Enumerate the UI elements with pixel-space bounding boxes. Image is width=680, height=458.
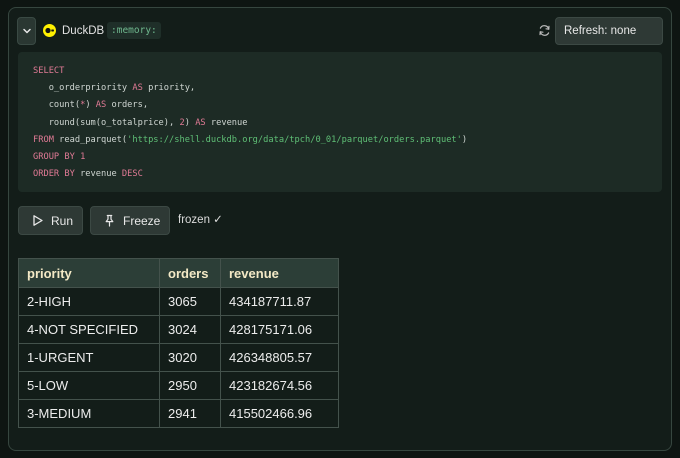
table-cell: 3065 bbox=[159, 287, 221, 316]
keyword: DESC bbox=[121, 169, 143, 180]
code-text: ) bbox=[184, 117, 196, 128]
run-label: Run bbox=[51, 213, 74, 228]
refresh-label: Refresh: none bbox=[564, 25, 637, 37]
table-cell: 1-URGENT bbox=[18, 343, 160, 372]
code-text: orders, bbox=[106, 100, 149, 111]
keyword: AS bbox=[95, 100, 107, 111]
table-cell: 434187711.87 bbox=[220, 287, 339, 316]
table-cell: 423182674.56 bbox=[220, 371, 339, 400]
code-text: priority, bbox=[142, 83, 196, 94]
play-icon bbox=[33, 215, 43, 226]
refresh-icon[interactable] bbox=[538, 24, 551, 37]
table-cell: 426348805.57 bbox=[220, 343, 339, 372]
function-name: round bbox=[48, 117, 75, 128]
table-cell: 2941 bbox=[159, 399, 221, 428]
database-name: DuckDB bbox=[62, 25, 105, 37]
freeze-label: Freeze bbox=[123, 213, 161, 228]
keyword: ORDER BY bbox=[33, 169, 75, 180]
column-header-orders[interactable]: orders bbox=[159, 258, 221, 288]
code-line: GROUP BY 1 bbox=[33, 149, 662, 166]
table-header-row: priority orders revenue bbox=[18, 258, 339, 288]
code-line: count(*) AS orders, bbox=[33, 97, 662, 114]
table-row: 1-URGENT 3020 426348805.57 bbox=[18, 343, 339, 372]
keyword: GROUP BY bbox=[33, 151, 75, 162]
table-cell: 2-HIGH bbox=[18, 287, 160, 316]
keyword: FROM bbox=[33, 134, 54, 145]
table-cell: 2950 bbox=[159, 371, 221, 400]
code-line: FROM read_parquet('https://shell.duckdb.… bbox=[33, 132, 662, 149]
table-cell: 4-NOT SPECIFIED bbox=[18, 315, 160, 344]
code-line: round(sum(o_totalprice), 2) AS revenue bbox=[33, 115, 662, 132]
function-name: sum bbox=[80, 117, 96, 128]
collapse-button[interactable] bbox=[17, 17, 36, 45]
pin-icon bbox=[105, 214, 114, 227]
chevron-down-icon bbox=[22, 28, 31, 34]
code-text: ) bbox=[85, 100, 96, 111]
table-row: 4-NOT SPECIFIED 3024 428175171.06 bbox=[18, 315, 339, 344]
code-text: revenue bbox=[205, 117, 248, 128]
refresh-select[interactable]: Refresh: none bbox=[555, 17, 663, 45]
duckdb-logo-icon bbox=[43, 24, 56, 37]
table-cell: 428175171.06 bbox=[220, 315, 339, 344]
code-line: o_orderpriority AS priority, bbox=[33, 80, 662, 97]
freeze-button[interactable]: Freeze bbox=[90, 206, 170, 235]
table-cell: 3-MEDIUM bbox=[18, 399, 160, 428]
code-line: SELECT bbox=[33, 63, 662, 80]
column-header-revenue[interactable]: revenue bbox=[220, 258, 339, 288]
results-table: priority orders revenue 2-HIGH 3065 4341… bbox=[18, 258, 339, 428]
code-text: revenue bbox=[74, 169, 122, 180]
table-row: 5-LOW 2950 423182674.56 bbox=[18, 371, 339, 400]
keyword: SELECT bbox=[33, 66, 65, 76]
number-literal: 1 bbox=[80, 151, 86, 162]
keyword: AS bbox=[195, 117, 206, 128]
table-cell: 3020 bbox=[159, 343, 221, 372]
function-name: count bbox=[48, 100, 75, 111]
table-row: 3-MEDIUM 2941 415502466.96 bbox=[18, 399, 339, 428]
code-text: read_parquet( bbox=[53, 134, 128, 145]
frozen-status: frozen ✓ bbox=[178, 214, 223, 226]
table-row: 2-HIGH 3065 434187711.87 bbox=[18, 287, 339, 316]
string-literal: 'https://shell.duckdb.org/data/tpch/0_01… bbox=[127, 134, 462, 145]
keyword: AS bbox=[132, 83, 143, 94]
sql-editor[interactable]: SELECT o_orderpriority AS priority, coun… bbox=[18, 52, 662, 192]
run-button[interactable]: Run bbox=[18, 206, 83, 235]
code-line: ORDER BY revenue DESC bbox=[33, 166, 662, 183]
column-header-priority[interactable]: priority bbox=[18, 258, 160, 288]
code-text: o_orderpriority bbox=[48, 83, 133, 94]
table-cell: 3024 bbox=[159, 315, 221, 344]
table-cell: 415502466.96 bbox=[220, 399, 339, 428]
database-badge: :memory: bbox=[107, 22, 161, 39]
table-cell: 5-LOW bbox=[18, 371, 160, 400]
code-text: ) bbox=[461, 134, 468, 145]
code-text: (o_totalprice), bbox=[95, 117, 180, 128]
